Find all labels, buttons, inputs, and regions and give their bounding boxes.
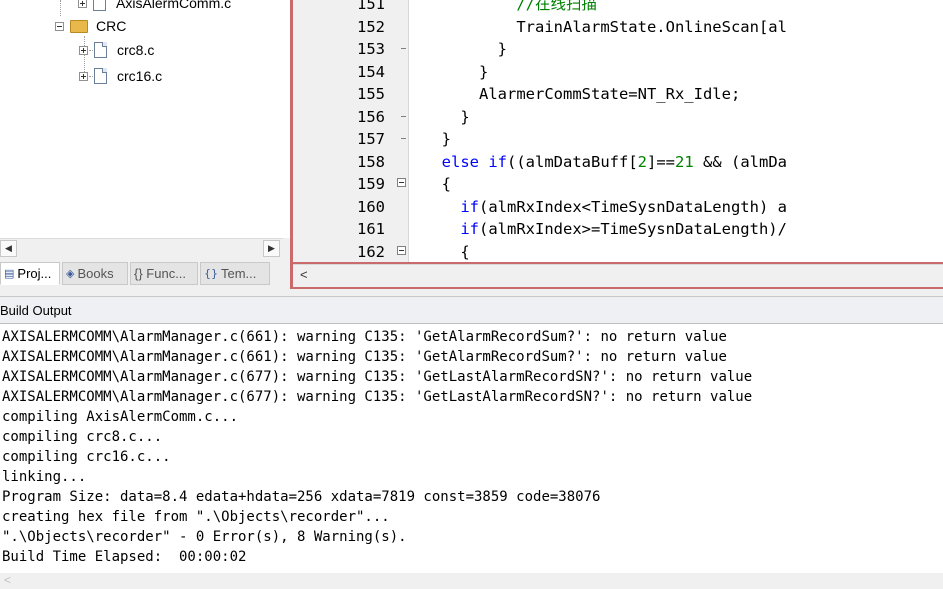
tree-item-label: crc16.c — [117, 68, 163, 84]
code-line[interactable]: if(almRxIndex<TimeSysnDataLength) a — [423, 196, 787, 218]
line-number: 153 — [357, 40, 385, 58]
c-file-icon — [94, 68, 107, 84]
code-line[interactable]: } — [423, 61, 488, 83]
tree-horizontal-scrollbar[interactable]: ◀ ▶ — [0, 238, 283, 258]
project-tree[interactable]: AxisAlermComm.c CRC crc8.c crc16.c — [0, 0, 290, 238]
tab-books[interactable]: ◈ Books — [62, 262, 128, 285]
build-output-line: AXISALERMCOMM\AlarmManager.c(661): warni… — [2, 329, 727, 345]
build-output-header: Build Output — [0, 296, 943, 323]
build-output-line: compiling crc16.c... — [2, 449, 171, 465]
editor-horizontal-scrollbar[interactable]: < — [293, 264, 943, 287]
line-number: 152 — [357, 17, 385, 36]
line-number-gutter: 151 152 153 154 155 156 157 158 159 160 161 162 — [293, 0, 409, 262]
build-output-line: compiling AxisAlermComm.c... — [2, 409, 239, 425]
code-line[interactable]: else if((almDataBuff[2]==21 && (almDa — [423, 151, 787, 173]
c-file-icon — [94, 42, 107, 58]
build-output-line: AXISALERMCOMM\AlarmManager.c(677): warni… — [2, 389, 753, 405]
code-line[interactable]: { — [423, 173, 451, 195]
expand-icon[interactable] — [79, 71, 88, 81]
tree-item-crc16[interactable]: crc16.c — [79, 65, 162, 87]
tree-item-axisalermcomm[interactable]: AxisAlermComm.c — [78, 0, 231, 14]
fold-collapse-icon[interactable] — [397, 173, 407, 195]
editor-frame: 151 152 153 154 155 156 157 158 159 160 161 162 //在… — [290, 0, 943, 289]
build-output-line: AXISALERMCOMM\AlarmManager.c(661): warni… — [2, 349, 727, 365]
build-output-line: ".\Objects\recorder" - 0 Error(s), 8 War… — [2, 529, 407, 545]
build-output-panel[interactable]: AXISALERMCOMM\AlarmManager.c(661): warni… — [0, 323, 943, 574]
line-number: 154 — [357, 62, 385, 81]
templates-icon: {} — [204, 267, 218, 280]
c-file-icon — [93, 0, 106, 11]
functions-label: {} Func... — [134, 266, 187, 281]
line-number: 151 — [357, 0, 385, 13]
tab-templates[interactable]: {} Tem... — [200, 262, 270, 285]
code-line[interactable]: //在线扫描 — [423, 0, 597, 15]
collapse-icon[interactable] — [55, 21, 64, 31]
build-output-line: compiling crc8.c... — [2, 429, 163, 445]
line-number: 157 — [357, 130, 385, 148]
fold-end-marker — [397, 106, 407, 128]
code-line[interactable]: } — [423, 128, 451, 150]
project-icon: ▤ — [4, 267, 15, 280]
tree-folder-crc[interactable]: CRC — [55, 15, 126, 37]
build-output-line: linking... — [2, 469, 87, 485]
expand-icon[interactable] — [78, 0, 87, 8]
line-number: 155 — [357, 85, 385, 103]
code-line[interactable]: if(almRxIndex>=TimeSysnDataLength)/ — [423, 218, 787, 240]
code-line[interactable]: } — [423, 106, 469, 128]
code-line[interactable]: } — [423, 38, 507, 60]
build-output-line: Program Size: data=8.4 edata+hdata=256 x… — [2, 489, 601, 505]
line-number: 160 — [357, 197, 385, 216]
build-output-line: creating hex file from ".\Objects\record… — [2, 509, 390, 525]
folder-open-icon — [70, 19, 88, 33]
build-output-line: AXISALERMCOMM\AlarmManager.c(677): warni… — [2, 369, 753, 385]
line-number: 159 — [357, 175, 385, 193]
scroll-left-icon[interactable]: < — [300, 267, 308, 282]
tab-functions[interactable]: {} Func... — [130, 262, 198, 285]
fold-end-marker — [397, 128, 407, 150]
books-icon: ◈ — [66, 267, 75, 280]
code-editor[interactable]: 151 152 153 154 155 156 157 158 159 160 161 162 //在… — [293, 0, 943, 262]
line-number: 162 — [357, 242, 385, 261]
fold-collapse-icon[interactable] — [397, 241, 407, 263]
code-line[interactable]: AlarmerCommState=NT_Rx_Idle; — [423, 83, 740, 105]
scroll-left-icon[interactable]: < — [4, 573, 11, 587]
tree-item-label: CRC — [96, 18, 127, 34]
expand-icon[interactable] — [79, 45, 88, 55]
code-line[interactable]: { — [423, 241, 469, 263]
build-output-title: Build Output — [0, 302, 72, 318]
line-number: 158 — [357, 152, 385, 171]
tree-item-label: crc8.c — [117, 42, 155, 58]
line-number: 161 — [357, 220, 385, 238]
fold-end-marker — [397, 38, 407, 60]
build-output-line: Build Time Elapsed: 00:00:02 — [2, 549, 247, 565]
line-number: 156 — [357, 107, 385, 126]
code-line[interactable]: TrainAlarmState.OnlineScan[al — [423, 16, 787, 38]
build-horizontal-scrollbar[interactable]: < — [0, 573, 943, 589]
tree-item-label: AxisAlermComm.c — [116, 0, 232, 11]
tab-project[interactable]: ▤ Proj... — [0, 262, 60, 285]
tree-item-crc8[interactable]: crc8.c — [79, 39, 154, 61]
scroll-left-icon[interactable]: ◀ — [0, 240, 17, 257]
panel-tab-bar: ▤ Proj... ◈ Books {} Func... {} Tem... — [0, 262, 283, 287]
scroll-right-icon[interactable]: ▶ — [263, 240, 280, 257]
